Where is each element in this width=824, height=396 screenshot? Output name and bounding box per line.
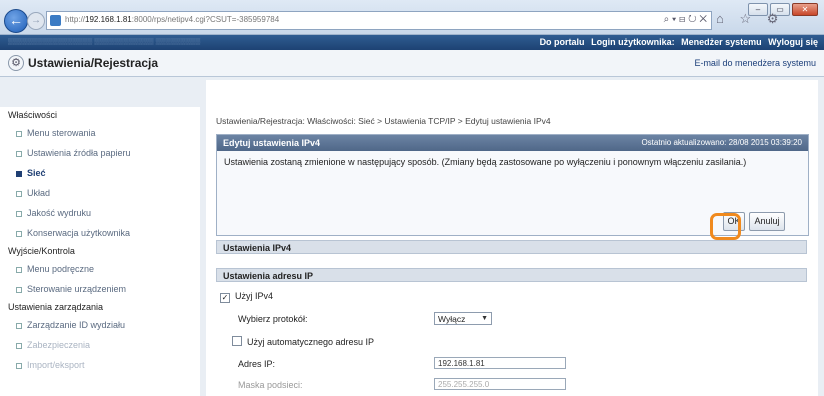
bullet-icon	[16, 362, 22, 369]
sidebar-item-layout[interactable]: Układ	[0, 183, 200, 203]
mask-label: Maska podsieci:	[238, 380, 303, 390]
last-updated: Ostatnio aktualizowano: 28/08 2015 03:39…	[641, 138, 802, 147]
sidebar-item-shortcut-menu[interactable]: Menu podręczne	[0, 259, 200, 279]
bullet-icon	[16, 190, 22, 197]
subnet-mask-field[interactable]: 255.255.255.0	[434, 378, 566, 390]
sidebar-item-network[interactable]: Sieć	[0, 163, 200, 183]
ip-address-field[interactable]: 192.168.1.81	[434, 357, 566, 369]
forward-arrow-icon: →	[31, 15, 41, 26]
chevron-down-icon: ▼	[481, 315, 488, 322]
sidebar-section-management: Ustawienia zarządzania	[8, 302, 104, 312]
address-bar[interactable]: http://192.168.1.81:8000/rps/netipv4.cgi…	[46, 11, 712, 30]
close-window-button[interactable]: ✕	[792, 3, 818, 16]
login-value: Menedżer systemu	[681, 37, 762, 47]
sidebar-item-security[interactable]: Zabezpieczenia	[0, 335, 200, 355]
bullet-icon	[16, 170, 22, 177]
back-arrow-icon: ←	[9, 12, 23, 28]
sidebar-item-user-maintenance[interactable]: Konserwacja użytkownika	[0, 223, 200, 243]
device-name-blurred: ▒▒▒▒▒▒▒▒▒▒▒▒▒▒▒▒▒ ▒▒▒▒▒▒▒▒▒▒▒▒ ▒▒▒▒▒▒▒▒▒	[8, 38, 201, 45]
cancel-button[interactable]: Anuluj	[749, 212, 785, 231]
page-header: ⚙ Ustawienia/Rejestracja E-mail do mened…	[0, 50, 824, 77]
breadcrumb: Ustawienia/Rejestracja: Właściwości: Sie…	[216, 116, 551, 126]
ok-highlight-ring	[710, 213, 741, 240]
section-ipv4: Ustawienia IPv4	[216, 240, 807, 254]
auto-ip-row[interactable]: Użyj automatycznego adresu IP	[232, 336, 374, 347]
mail-admin-link[interactable]: E-mail do menedżera systemu	[694, 58, 816, 68]
browser-chrome: – ▭ ✕ ← → http://192.168.1.81:8000/rps/n…	[0, 0, 824, 35]
bullet-icon	[16, 230, 22, 237]
bullet-icon	[16, 150, 22, 157]
sidebar-item-print-quality[interactable]: Jakość wydruku	[0, 203, 200, 223]
bullet-icon	[16, 210, 22, 217]
protocol-select[interactable]: Wyłącz ▼	[434, 312, 492, 325]
sidebar-item-paper-source[interactable]: Ustawienia źródła papieru	[0, 143, 200, 163]
bullet-icon	[16, 266, 22, 273]
logout-link[interactable]: Wyloguj się	[768, 37, 818, 47]
auto-ip-checkbox[interactable]	[232, 336, 242, 346]
panel-title: Edytuj ustawienia IPv4 Ostatnio aktualizo…	[217, 135, 808, 151]
portal-link[interactable]: Do portalu	[540, 37, 585, 47]
panel-message: Ustawienia zostaną zmienione w następują…	[224, 157, 747, 167]
use-ipv4-row[interactable]: ✓ Użyj IPv4	[220, 291, 273, 303]
sidebar-item-import-export[interactable]: Import/eksport	[0, 355, 200, 375]
use-ipv4-checkbox[interactable]: ✓	[220, 293, 230, 303]
ip-label: Adres IP:	[238, 359, 276, 369]
sidebar-section-properties: Właściwości	[8, 110, 58, 120]
sidebar-item-department-id[interactable]: Zarządzanie ID wydziału	[0, 315, 200, 335]
top-bar: ▒▒▒▒▒▒▒▒▒▒▒▒▒▒▒▒▒ ▒▒▒▒▒▒▒▒▒▒▒▒ ▒▒▒▒▒▒▒▒▒…	[0, 35, 824, 50]
site-icon	[50, 15, 61, 26]
page-title: Ustawienia/Rejestracja	[28, 56, 159, 70]
bullet-icon	[16, 342, 22, 349]
forward-button[interactable]: →	[27, 12, 45, 30]
bullet-icon	[16, 322, 22, 329]
sidebar-item-control-menu[interactable]: Menu sterowania	[0, 123, 200, 143]
sidebar: Właściwości Menu sterowania Ustawienia ź…	[0, 107, 200, 396]
sidebar-section-output: Wyjście/Kontrola	[8, 246, 75, 256]
browser-toolbar-icons[interactable]: ⌂ ☆ ⚙	[716, 11, 784, 27]
login-label: Login użytkownika:	[591, 37, 675, 47]
address-tools-icon[interactable]: ⌕ ▾ ⊟ ↻ ✕	[664, 14, 707, 25]
bullet-icon	[16, 286, 22, 293]
protocol-label: Wybierz protokół:	[238, 314, 308, 324]
back-button[interactable]: ←	[4, 9, 28, 33]
section-ip-address: Ustawienia adresu IP	[216, 268, 807, 282]
user-bar: Do portalu Login użytkownika: Menedżer s…	[536, 37, 818, 47]
settings-gear-icon: ⚙	[8, 55, 24, 71]
address-url[interactable]: http://192.168.1.81:8000/rps/netipv4.cgi…	[65, 15, 279, 24]
bullet-icon	[16, 130, 22, 137]
sidebar-item-device-control[interactable]: Sterowanie urządzeniem	[0, 279, 200, 299]
